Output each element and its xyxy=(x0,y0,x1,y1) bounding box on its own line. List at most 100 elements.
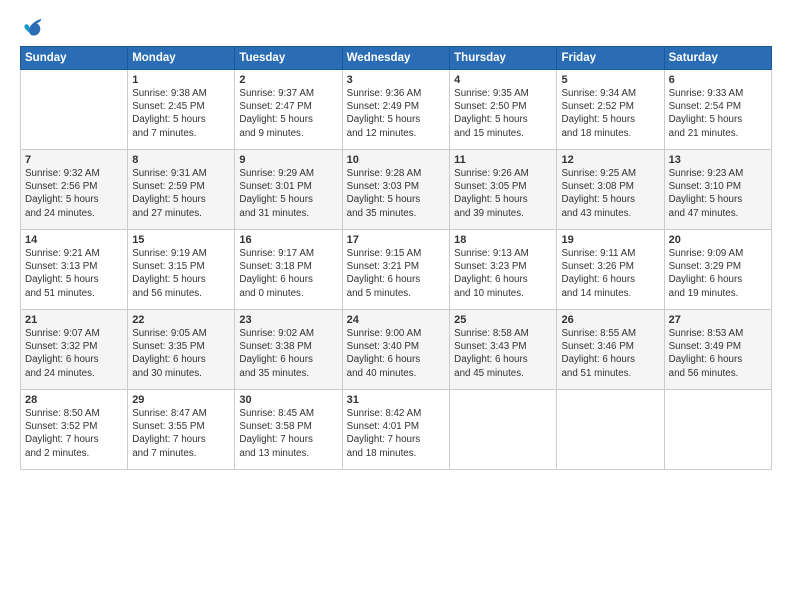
day-info: Sunrise: 9:33 AM Sunset: 2:54 PM Dayligh… xyxy=(669,87,767,140)
calendar-header-tuesday: Tuesday xyxy=(235,47,342,70)
day-number: 10 xyxy=(347,154,446,166)
day-number: 8 xyxy=(132,154,230,166)
day-number: 3 xyxy=(347,74,446,86)
calendar-cell xyxy=(557,390,664,470)
day-number: 15 xyxy=(132,234,230,246)
day-info: Sunrise: 9:07 AM Sunset: 3:32 PM Dayligh… xyxy=(25,327,123,380)
page-header xyxy=(20,16,772,38)
day-info: Sunrise: 9:28 AM Sunset: 3:03 PM Dayligh… xyxy=(347,167,446,220)
calendar-header-sunday: Sunday xyxy=(21,47,128,70)
day-info: Sunrise: 9:31 AM Sunset: 2:59 PM Dayligh… xyxy=(132,167,230,220)
day-info: Sunrise: 9:23 AM Sunset: 3:10 PM Dayligh… xyxy=(669,167,767,220)
day-number: 26 xyxy=(561,314,659,326)
calendar-header-row: SundayMondayTuesdayWednesdayThursdayFrid… xyxy=(21,47,772,70)
calendar-cell: 18Sunrise: 9:13 AM Sunset: 3:23 PM Dayli… xyxy=(450,230,557,310)
day-info: Sunrise: 8:58 AM Sunset: 3:43 PM Dayligh… xyxy=(454,327,552,380)
day-info: Sunrise: 8:42 AM Sunset: 4:01 PM Dayligh… xyxy=(347,407,446,460)
calendar-cell: 10Sunrise: 9:28 AM Sunset: 3:03 PM Dayli… xyxy=(342,150,450,230)
day-number: 16 xyxy=(239,234,337,246)
calendar-cell: 29Sunrise: 8:47 AM Sunset: 3:55 PM Dayli… xyxy=(128,390,235,470)
day-info: Sunrise: 9:05 AM Sunset: 3:35 PM Dayligh… xyxy=(132,327,230,380)
calendar-cell: 1Sunrise: 9:38 AM Sunset: 2:45 PM Daylig… xyxy=(128,70,235,150)
day-number: 29 xyxy=(132,394,230,406)
day-info: Sunrise: 9:17 AM Sunset: 3:18 PM Dayligh… xyxy=(239,247,337,300)
calendar-cell: 20Sunrise: 9:09 AM Sunset: 3:29 PM Dayli… xyxy=(664,230,771,310)
day-info: Sunrise: 9:15 AM Sunset: 3:21 PM Dayligh… xyxy=(347,247,446,300)
calendar-week-row: 7Sunrise: 9:32 AM Sunset: 2:56 PM Daylig… xyxy=(21,150,772,230)
day-number: 30 xyxy=(239,394,337,406)
calendar-cell: 30Sunrise: 8:45 AM Sunset: 3:58 PM Dayli… xyxy=(235,390,342,470)
day-number: 22 xyxy=(132,314,230,326)
calendar-week-row: 28Sunrise: 8:50 AM Sunset: 3:52 PM Dayli… xyxy=(21,390,772,470)
day-info: Sunrise: 9:37 AM Sunset: 2:47 PM Dayligh… xyxy=(239,87,337,140)
day-number: 4 xyxy=(454,74,552,86)
calendar-cell xyxy=(450,390,557,470)
logo-bird-icon xyxy=(22,16,44,38)
calendar-header-monday: Monday xyxy=(128,47,235,70)
logo xyxy=(20,16,44,38)
calendar-cell: 9Sunrise: 9:29 AM Sunset: 3:01 PM Daylig… xyxy=(235,150,342,230)
day-number: 2 xyxy=(239,74,337,86)
day-info: Sunrise: 9:09 AM Sunset: 3:29 PM Dayligh… xyxy=(669,247,767,300)
day-number: 9 xyxy=(239,154,337,166)
calendar-week-row: 14Sunrise: 9:21 AM Sunset: 3:13 PM Dayli… xyxy=(21,230,772,310)
day-number: 27 xyxy=(669,314,767,326)
day-number: 5 xyxy=(561,74,659,86)
calendar-cell xyxy=(664,390,771,470)
day-number: 13 xyxy=(669,154,767,166)
calendar-cell: 6Sunrise: 9:33 AM Sunset: 2:54 PM Daylig… xyxy=(664,70,771,150)
calendar-cell: 8Sunrise: 9:31 AM Sunset: 2:59 PM Daylig… xyxy=(128,150,235,230)
calendar-cell: 16Sunrise: 9:17 AM Sunset: 3:18 PM Dayli… xyxy=(235,230,342,310)
day-info: Sunrise: 9:26 AM Sunset: 3:05 PM Dayligh… xyxy=(454,167,552,220)
calendar-cell: 15Sunrise: 9:19 AM Sunset: 3:15 PM Dayli… xyxy=(128,230,235,310)
day-info: Sunrise: 9:13 AM Sunset: 3:23 PM Dayligh… xyxy=(454,247,552,300)
day-info: Sunrise: 9:34 AM Sunset: 2:52 PM Dayligh… xyxy=(561,87,659,140)
calendar-cell: 27Sunrise: 8:53 AM Sunset: 3:49 PM Dayli… xyxy=(664,310,771,390)
day-info: Sunrise: 8:55 AM Sunset: 3:46 PM Dayligh… xyxy=(561,327,659,380)
day-number: 18 xyxy=(454,234,552,246)
day-number: 7 xyxy=(25,154,123,166)
calendar-cell: 11Sunrise: 9:26 AM Sunset: 3:05 PM Dayli… xyxy=(450,150,557,230)
calendar-cell: 19Sunrise: 9:11 AM Sunset: 3:26 PM Dayli… xyxy=(557,230,664,310)
calendar-cell: 21Sunrise: 9:07 AM Sunset: 3:32 PM Dayli… xyxy=(21,310,128,390)
day-info: Sunrise: 9:19 AM Sunset: 3:15 PM Dayligh… xyxy=(132,247,230,300)
calendar-header-thursday: Thursday xyxy=(450,47,557,70)
day-number: 14 xyxy=(25,234,123,246)
calendar-header-friday: Friday xyxy=(557,47,664,70)
calendar-cell: 5Sunrise: 9:34 AM Sunset: 2:52 PM Daylig… xyxy=(557,70,664,150)
day-info: Sunrise: 8:53 AM Sunset: 3:49 PM Dayligh… xyxy=(669,327,767,380)
day-info: Sunrise: 8:50 AM Sunset: 3:52 PM Dayligh… xyxy=(25,407,123,460)
day-number: 17 xyxy=(347,234,446,246)
calendar-header-wednesday: Wednesday xyxy=(342,47,450,70)
day-info: Sunrise: 8:47 AM Sunset: 3:55 PM Dayligh… xyxy=(132,407,230,460)
day-number: 11 xyxy=(454,154,552,166)
day-info: Sunrise: 9:32 AM Sunset: 2:56 PM Dayligh… xyxy=(25,167,123,220)
day-number: 24 xyxy=(347,314,446,326)
calendar-cell: 14Sunrise: 9:21 AM Sunset: 3:13 PM Dayli… xyxy=(21,230,128,310)
day-info: Sunrise: 9:35 AM Sunset: 2:50 PM Dayligh… xyxy=(454,87,552,140)
calendar-cell: 25Sunrise: 8:58 AM Sunset: 3:43 PM Dayli… xyxy=(450,310,557,390)
day-number: 20 xyxy=(669,234,767,246)
calendar-week-row: 1Sunrise: 9:38 AM Sunset: 2:45 PM Daylig… xyxy=(21,70,772,150)
day-number: 21 xyxy=(25,314,123,326)
day-info: Sunrise: 9:11 AM Sunset: 3:26 PM Dayligh… xyxy=(561,247,659,300)
day-info: Sunrise: 9:25 AM Sunset: 3:08 PM Dayligh… xyxy=(561,167,659,220)
day-info: Sunrise: 9:36 AM Sunset: 2:49 PM Dayligh… xyxy=(347,87,446,140)
day-number: 1 xyxy=(132,74,230,86)
calendar-cell: 2Sunrise: 9:37 AM Sunset: 2:47 PM Daylig… xyxy=(235,70,342,150)
calendar-cell: 23Sunrise: 9:02 AM Sunset: 3:38 PM Dayli… xyxy=(235,310,342,390)
calendar-cell: 13Sunrise: 9:23 AM Sunset: 3:10 PM Dayli… xyxy=(664,150,771,230)
day-number: 31 xyxy=(347,394,446,406)
calendar-cell: 22Sunrise: 9:05 AM Sunset: 3:35 PM Dayli… xyxy=(128,310,235,390)
calendar-cell: 17Sunrise: 9:15 AM Sunset: 3:21 PM Dayli… xyxy=(342,230,450,310)
calendar-cell: 4Sunrise: 9:35 AM Sunset: 2:50 PM Daylig… xyxy=(450,70,557,150)
calendar-week-row: 21Sunrise: 9:07 AM Sunset: 3:32 PM Dayli… xyxy=(21,310,772,390)
day-number: 28 xyxy=(25,394,123,406)
calendar-cell: 26Sunrise: 8:55 AM Sunset: 3:46 PM Dayli… xyxy=(557,310,664,390)
calendar-cell: 28Sunrise: 8:50 AM Sunset: 3:52 PM Dayli… xyxy=(21,390,128,470)
calendar-cell: 12Sunrise: 9:25 AM Sunset: 3:08 PM Dayli… xyxy=(557,150,664,230)
calendar-cell: 24Sunrise: 9:00 AM Sunset: 3:40 PM Dayli… xyxy=(342,310,450,390)
day-info: Sunrise: 8:45 AM Sunset: 3:58 PM Dayligh… xyxy=(239,407,337,460)
calendar-header-saturday: Saturday xyxy=(664,47,771,70)
calendar-cell xyxy=(21,70,128,150)
